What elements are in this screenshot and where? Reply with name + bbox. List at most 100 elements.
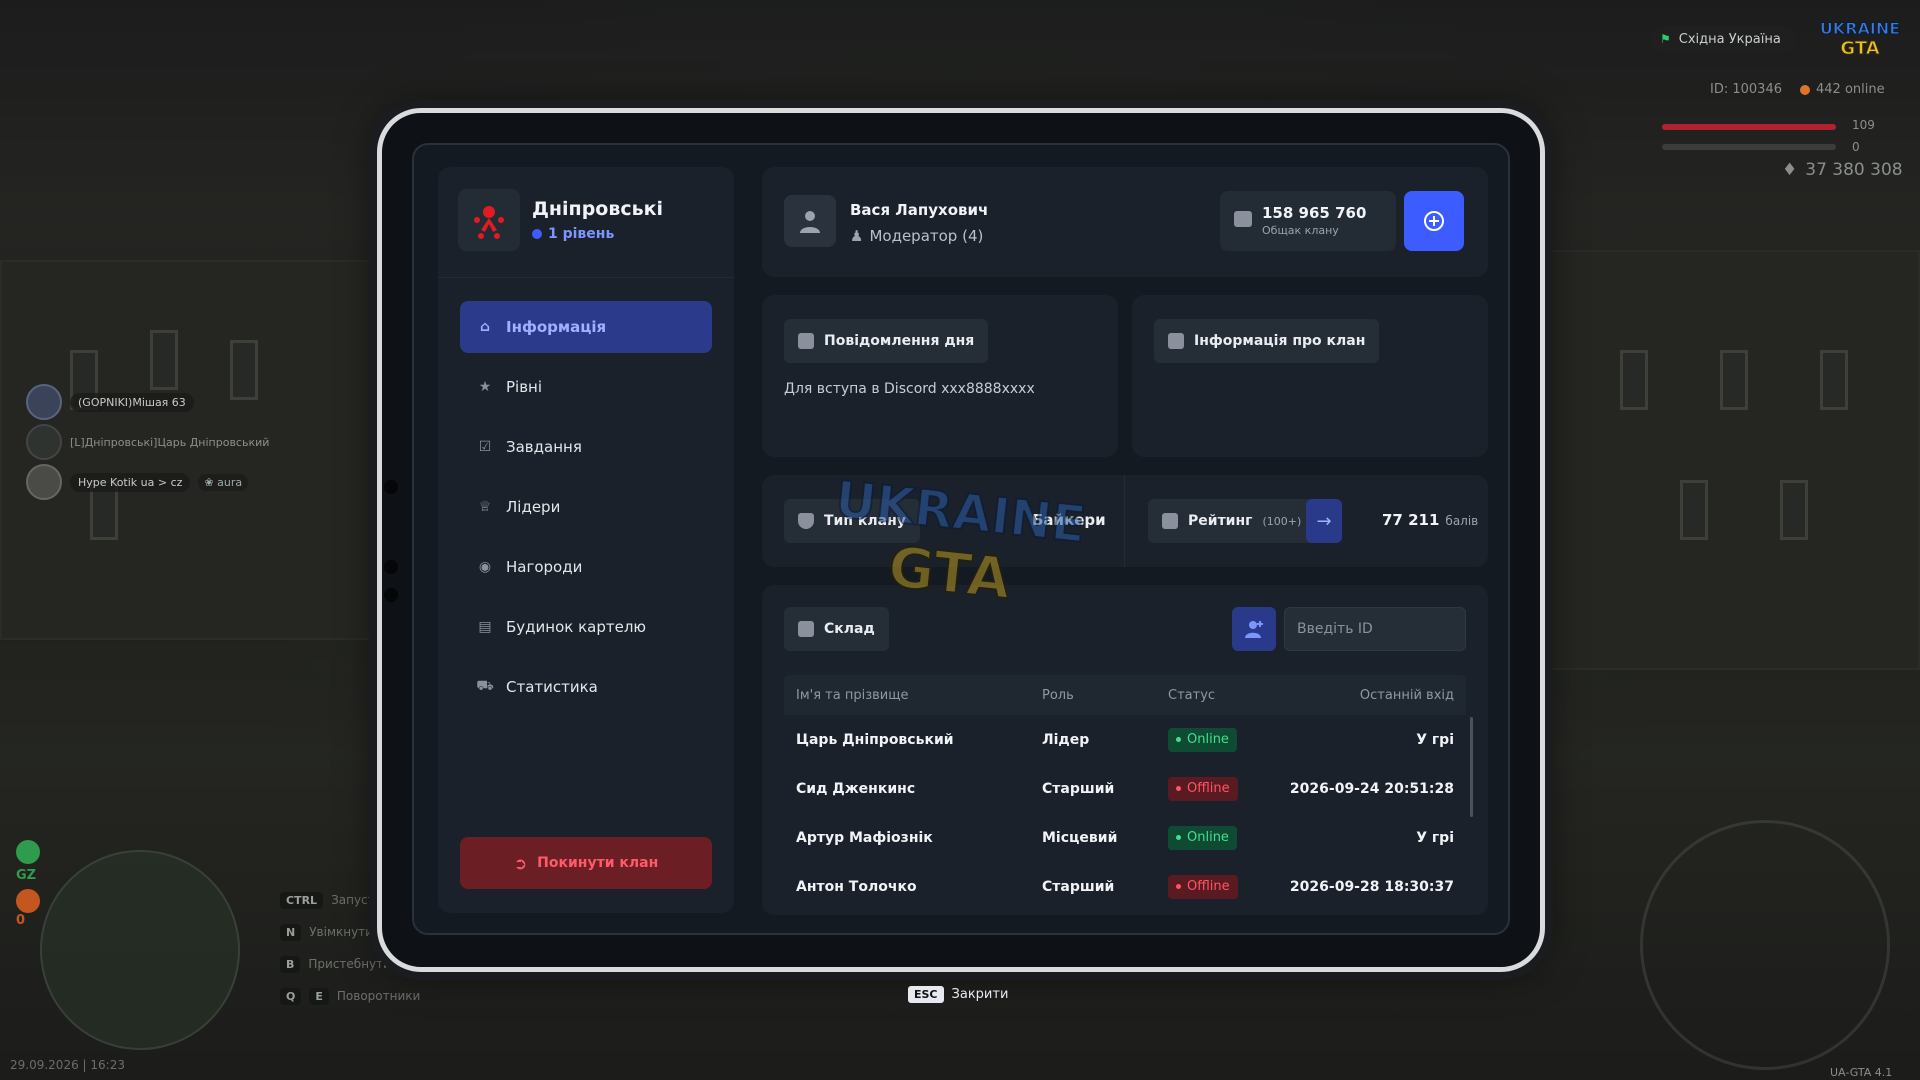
member-last-seen: 2026-09-24 20:51:28	[1289, 780, 1454, 797]
clan-info-panel: Інформація про клан	[1132, 295, 1488, 457]
member-name: Сид Дженкинс	[796, 780, 916, 797]
group-icon	[798, 621, 814, 637]
rating-unit: балів	[1445, 514, 1479, 528]
feed-tag-label: aura	[217, 475, 243, 489]
car-icon: ⛟	[476, 678, 494, 694]
money-display: ♦ 37 380 308	[1782, 160, 1903, 180]
document-icon	[1168, 333, 1184, 349]
bomb-icon	[16, 889, 40, 913]
balance-label: Общак клану	[1262, 224, 1339, 237]
rating-label: Рейтинг	[1188, 513, 1253, 529]
wallet-icon	[1234, 211, 1252, 227]
gz-icon	[16, 840, 40, 864]
table-row[interactable]: Сид Дженкинс Старший Offline 2026-09-24 …	[784, 764, 1466, 813]
divider	[1124, 475, 1125, 567]
key-label: CTRL	[280, 891, 324, 909]
status-dot-icon	[1176, 835, 1181, 840]
svg-text:UKRAINE: UKRAINE	[1820, 19, 1900, 38]
deposit-button[interactable]	[1404, 191, 1464, 251]
svg-text:GTA: GTA	[885, 535, 1014, 607]
star-icon: ★	[478, 379, 492, 395]
status-label: Online	[1187, 732, 1229, 747]
medal-icon: ◉	[478, 559, 492, 575]
sidebar-item-label: Рівні	[506, 378, 543, 396]
members-title: Склад	[824, 621, 875, 637]
table-scrollbar[interactable]	[1470, 717, 1473, 817]
member-role: Місцевий	[1042, 829, 1118, 846]
status-badge: Online	[1168, 825, 1237, 850]
watermark-logo: UKRAINE GTA	[832, 469, 1090, 607]
message-of-day-panel: Повідомлення дня Для вступа в Discord xx…	[762, 295, 1118, 457]
feed-tag: ❀ aura	[198, 473, 249, 491]
user-role-label: Модератор (4)	[869, 227, 984, 245]
avatar	[26, 424, 62, 460]
sidebar-item-info[interactable]: ⌂ Інформація	[460, 301, 712, 353]
rating-points: 77 211	[1382, 511, 1440, 529]
close-hint[interactable]: ESC Закрити	[908, 986, 1008, 1003]
feed-name: [L]Дніпровські]Царь Дніпровський	[70, 435, 270, 449]
add-user-icon	[1245, 621, 1263, 638]
status-label: Offline	[1187, 879, 1230, 894]
key-label: E	[309, 987, 329, 1005]
region-badge: ⚑ Східна Україна	[1650, 26, 1797, 52]
member-role: Старший	[1042, 878, 1115, 895]
sidebar-item-levels[interactable]: ★ Рівні	[460, 361, 712, 413]
close-label: Закрити	[951, 987, 1009, 1002]
gz-indicator: GZ 0	[16, 840, 40, 928]
status-dot-icon	[1176, 737, 1181, 742]
esc-key: ESC	[908, 986, 944, 1003]
rating-value: 77 211 балів	[1382, 511, 1478, 529]
avatar	[784, 195, 836, 247]
online-count: 442 online	[1800, 82, 1885, 97]
key-label: Q	[280, 987, 302, 1005]
status-dot-icon	[1176, 786, 1181, 791]
role-icon: ♟	[850, 227, 864, 245]
region-label: Східна Україна	[1678, 31, 1781, 47]
sidebar-nav: ⌂ Інформація ★ Рівні ☑ Завдання ♕ Лідери…	[460, 301, 712, 721]
leave-clan-button[interactable]: ➲ Покинути клан	[460, 837, 712, 889]
sidebar-item-rewards[interactable]: ◉ Нагороди	[460, 541, 712, 593]
member-last-seen: У грі	[1416, 731, 1454, 748]
crown-icon	[1162, 513, 1178, 529]
table-header: Ім'я та прізвище Роль Статус Останній вх…	[784, 675, 1466, 715]
clan-info-title: Інформація про клан	[1194, 333, 1366, 349]
sidebar-item-label: Лідери	[506, 498, 561, 516]
clan-balance: 158 965 760 Общак клану	[1220, 191, 1396, 251]
speedometer	[1640, 820, 1890, 1070]
column-header-name: Ім'я та прізвище	[796, 687, 909, 703]
arrow-right-icon: →	[1316, 510, 1332, 532]
sidebar-item-statistics[interactable]: ⛟ Статистика	[460, 661, 712, 713]
datetime: 29.09.2026 | 16:23	[10, 1058, 125, 1072]
feed-item: (GOPNIKI)Мішая 63	[26, 384, 269, 420]
rating-open-button[interactable]: →	[1306, 499, 1342, 543]
message-of-day-chip: Повідомлення дня	[784, 319, 989, 363]
building-icon: ▤	[478, 619, 492, 635]
check-icon: ☑	[478, 439, 492, 455]
user-name: Вася Лапухович	[850, 201, 989, 219]
table-row[interactable]: Артур Мафіознік Місцевий Online У грі	[784, 813, 1466, 862]
status-badge: Offline	[1168, 776, 1238, 801]
clan-name: Дніпровські	[532, 198, 664, 220]
sidebar-item-tasks[interactable]: ☑ Завдання	[460, 421, 712, 473]
feed-name: Hype Kotik ua > cz	[70, 472, 191, 492]
invite-member-button[interactable]	[1232, 607, 1276, 651]
sidebar-item-cartel-house[interactable]: ▤ Будинок картелю	[460, 601, 712, 653]
key-action: Запуст	[331, 893, 375, 907]
sidebar: Дніпровські 1 рівень ⌂ Інформація ★ Рівн…	[438, 167, 734, 913]
column-header-role: Роль	[1042, 687, 1074, 703]
clan-level-label: 1 рівень	[548, 226, 615, 242]
table-row[interactable]: Антон Толочко Старший Offline 2026-09-28…	[784, 862, 1466, 911]
status-badge: Offline	[1168, 874, 1238, 899]
member-id-input[interactable]	[1284, 607, 1466, 651]
home-icon: ⌂	[479, 319, 491, 335]
table-row[interactable]: Царь Дніпровський Лідер Online У грі	[784, 715, 1466, 764]
online-dot-icon	[1800, 84, 1810, 95]
plus-circle-icon	[1424, 211, 1444, 231]
clan-emblem-icon	[474, 206, 504, 239]
sidebar-item-leaders[interactable]: ♕ Лідери	[460, 481, 712, 533]
armor-value: 0	[1852, 140, 1860, 154]
player-feed: (GOPNIKI)Мішая 63 [L]Дніпровські]Царь Дн…	[26, 384, 269, 504]
level-dot-icon	[532, 229, 542, 239]
player-id: ID: 100346	[1710, 82, 1782, 97]
clan-screen: Дніпровські 1 рівень ⌂ Інформація ★ Рівн…	[412, 143, 1510, 935]
